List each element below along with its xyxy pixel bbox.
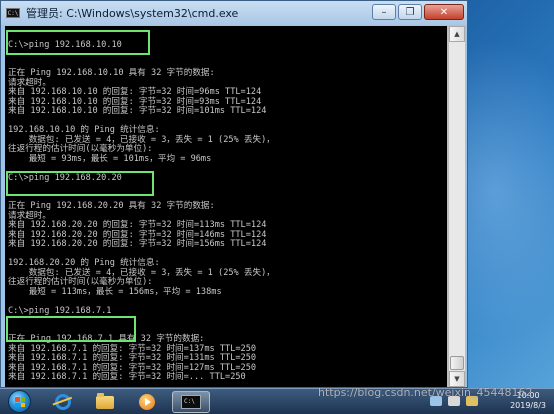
console-line: 来自 192.168.10.10 的回复: 字节=32 时间=101ms TTL… — [8, 106, 267, 116]
taskbar-media-player-button[interactable] — [128, 391, 166, 413]
taskbar-cmd-button[interactable]: C:\ — [172, 391, 210, 413]
windows-logo-icon — [15, 397, 25, 407]
console-line: 来自 192.168.7.1 的回复: 字节=32 时间=... TTL=250 — [8, 372, 246, 382]
highlight-box-ping-2 — [6, 171, 154, 196]
console-line: 最短 = 93ms，最长 = 101ms，平均 = 96ms — [8, 153, 212, 164]
vertical-scrollbar[interactable]: ▲ ▼ — [448, 26, 465, 387]
media-player-icon — [139, 394, 155, 410]
scroll-up-arrow-icon[interactable]: ▲ — [449, 26, 465, 42]
highlight-box-ping-1 — [6, 30, 150, 55]
taskbar-ie-button[interactable] — [44, 391, 82, 413]
internet-explorer-icon — [55, 394, 71, 410]
console-line: 正在 Ping 192.168.10.10 具有 32 字节的数据: — [8, 68, 215, 78]
title-bar[interactable]: C:\ 管理员: C:\Windows\system32\cmd.exe – ❐… — [1, 1, 467, 25]
cmd-window-icon[interactable]: C:\ — [6, 8, 20, 18]
console-output[interactable]: C:\>ping 192.168.10.10 正在 Ping 192.168.10… — [5, 26, 447, 387]
clock-date: 2019/8/3 — [510, 401, 546, 410]
console-line: 最短 = 113ms，最长 = 156ms，平均 = 138ms — [8, 286, 222, 297]
console-line: 正在 Ping 192.168.20.20 具有 32 字节的数据: — [8, 201, 215, 211]
window-title: 管理员: C:\Windows\system32\cmd.exe — [26, 7, 239, 20]
maximize-button[interactable]: ❐ — [398, 4, 422, 20]
minimize-button[interactable]: – — [372, 4, 396, 20]
desktop: C:\ 管理员: C:\Windows\system32\cmd.exe – ❐… — [0, 0, 554, 414]
watermark-url: https://blog.csdn.net/weixin_45448162 — [318, 386, 533, 399]
close-button[interactable]: ✕ — [424, 4, 464, 20]
cmd-window: C:\ 管理员: C:\Windows\system32\cmd.exe – ❐… — [0, 0, 468, 388]
taskbar-explorer-button[interactable] — [86, 391, 124, 413]
console-line: 来自 192.168.20.20 的回复: 字节=32 时间=156ms TTL… — [8, 239, 267, 249]
folder-icon — [96, 392, 114, 409]
window-controls: – ❐ ✕ — [370, 4, 464, 20]
cmd-icon: C:\ — [181, 395, 201, 409]
highlight-box-ping-3 — [6, 316, 136, 342]
scrollbar-thumb[interactable] — [450, 356, 464, 370]
start-button[interactable] — [8, 390, 31, 413]
console-line: C:\>ping 192.168.7.1 — [8, 305, 112, 316]
scroll-down-arrow-icon[interactable]: ▼ — [449, 371, 465, 387]
